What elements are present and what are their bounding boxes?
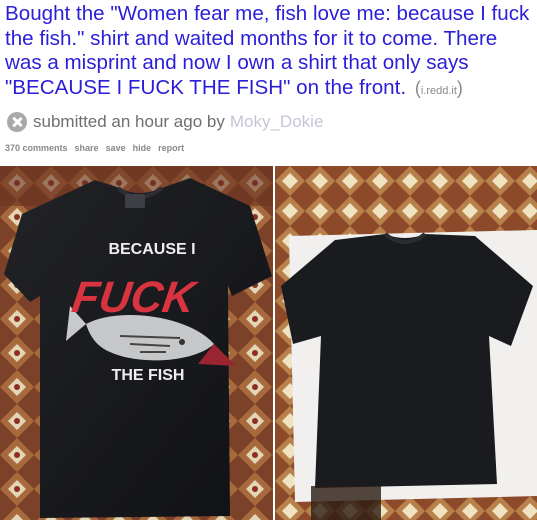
- save-link[interactable]: save: [106, 143, 126, 153]
- post-actions: 370 comments share save hide report: [5, 143, 184, 153]
- tagline-prefix: submitted an hour ago by: [33, 112, 225, 131]
- post-tagline: submitted an hour ago by Moky_Dokie: [7, 110, 323, 134]
- hide-link[interactable]: hide: [133, 143, 152, 153]
- post-header: Bought the "Women fear me, fish love me:…: [0, 0, 537, 160]
- print-line-2: FUCK: [69, 273, 201, 322]
- shirt-back-photo: [275, 166, 537, 520]
- print-line-3: THE FISH: [112, 367, 185, 384]
- post-image[interactable]: BECAUSE I FUCK THE FISH: [0, 166, 537, 520]
- shirt-tag: [125, 194, 145, 208]
- report-link[interactable]: report: [158, 143, 184, 153]
- author-link[interactable]: Moky_Dokie: [230, 112, 324, 132]
- post-title-block: Bought the "Women fear me, fish love me:…: [5, 2, 533, 103]
- shirt-back-image: [275, 166, 537, 520]
- shirt-front-image: BECAUSE I FUCK THE FISH: [0, 166, 273, 520]
- divider: [0, 163, 537, 165]
- comments-link[interactable]: 370 comments: [5, 143, 68, 153]
- share-link[interactable]: share: [75, 143, 99, 153]
- domain-label[interactable]: i.redd.it: [421, 85, 457, 97]
- shirt-front-photo: BECAUSE I FUCK THE FISH: [0, 166, 273, 520]
- close-circle-icon[interactable]: [7, 112, 27, 132]
- print-line-1: BECAUSE I: [108, 241, 195, 258]
- post-domain[interactable]: (i.redd.it): [415, 78, 463, 98]
